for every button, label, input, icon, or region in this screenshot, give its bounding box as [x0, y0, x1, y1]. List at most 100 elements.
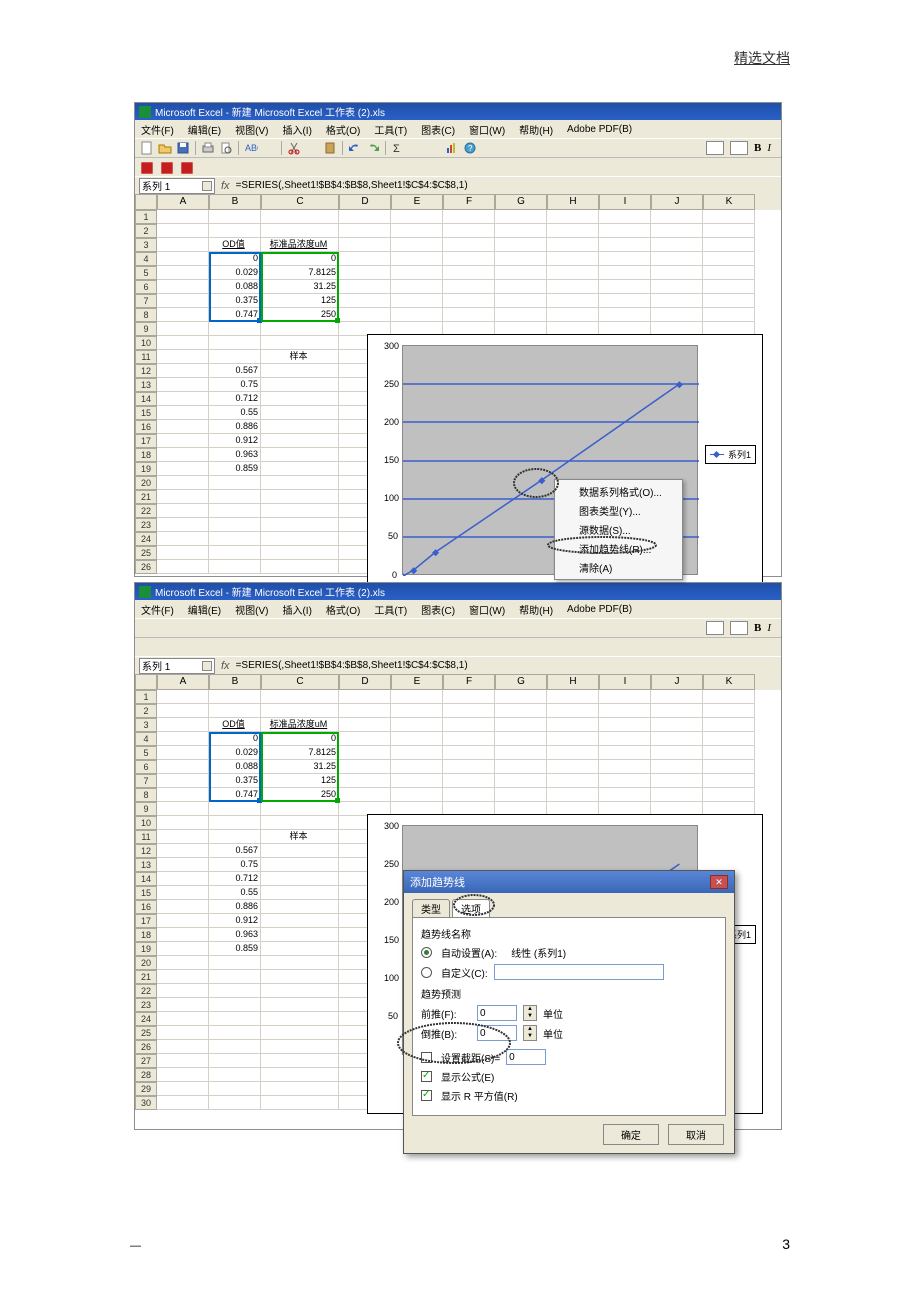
cell[interactable]: [703, 718, 755, 732]
cell[interactable]: [261, 420, 339, 434]
cell[interactable]: [651, 704, 703, 718]
spreadsheet-grid[interactable]: A B C D E F G H I J K 123456789101112131…: [135, 674, 781, 1110]
cell[interactable]: [157, 1026, 209, 1040]
cell[interactable]: [157, 350, 209, 364]
row-header[interactable]: 6: [135, 280, 157, 294]
row-header[interactable]: 4: [135, 252, 157, 266]
cell[interactable]: [391, 224, 443, 238]
italic-button[interactable]: I: [767, 142, 771, 154]
row-header[interactable]: 20: [135, 476, 157, 490]
col-J[interactable]: J: [651, 194, 703, 210]
cell[interactable]: [651, 224, 703, 238]
cell[interactable]: [157, 956, 209, 970]
cell[interactable]: [443, 788, 495, 802]
cell[interactable]: [703, 746, 755, 760]
row-header[interactable]: 5: [135, 266, 157, 280]
cell[interactable]: [339, 704, 391, 718]
cell[interactable]: [495, 746, 547, 760]
formula-text[interactable]: =SERIES(,Sheet1!$B$4:$B$8,Sheet1!$C$4:$C…: [236, 180, 468, 191]
cell[interactable]: [547, 732, 599, 746]
cell[interactable]: [261, 532, 339, 546]
cell[interactable]: [391, 760, 443, 774]
cell[interactable]: [157, 704, 209, 718]
cell[interactable]: 31.25: [261, 760, 339, 774]
bold-button[interactable]: B: [754, 142, 761, 154]
spell-icon[interactable]: ABC: [243, 140, 259, 156]
tab-options[interactable]: 选项: [452, 899, 490, 917]
col-H[interactable]: H: [547, 674, 599, 690]
cell[interactable]: [339, 224, 391, 238]
cell[interactable]: [157, 1054, 209, 1068]
cell[interactable]: [599, 266, 651, 280]
cell[interactable]: [157, 970, 209, 984]
checkbox-show-r2[interactable]: [421, 1090, 432, 1101]
cell[interactable]: [495, 280, 547, 294]
cell[interactable]: 0.859: [209, 942, 261, 956]
cell[interactable]: 0.088: [209, 280, 261, 294]
row-header[interactable]: 10: [135, 816, 157, 830]
cell[interactable]: [157, 448, 209, 462]
cell[interactable]: 0.75: [209, 858, 261, 872]
row-header[interactable]: 9: [135, 322, 157, 336]
menu-tools[interactable]: 工具(T): [374, 602, 407, 617]
cell[interactable]: [157, 308, 209, 322]
cell[interactable]: [261, 1026, 339, 1040]
cell[interactable]: OD值: [209, 718, 261, 732]
cell[interactable]: [703, 788, 755, 802]
ctx-source-data[interactable]: 源数据(S)...: [555, 520, 682, 539]
cell[interactable]: [157, 774, 209, 788]
row-header[interactable]: 23: [135, 518, 157, 532]
col-I[interactable]: I: [599, 194, 651, 210]
col-E[interactable]: E: [391, 674, 443, 690]
cell[interactable]: [209, 336, 261, 350]
cell[interactable]: 0.375: [209, 774, 261, 788]
paste-icon[interactable]: [322, 140, 338, 156]
cell[interactable]: [261, 872, 339, 886]
backward-input[interactable]: [477, 1025, 517, 1041]
cell[interactable]: [547, 252, 599, 266]
cell[interactable]: [157, 984, 209, 998]
cell[interactable]: [261, 546, 339, 560]
cell[interactable]: [651, 280, 703, 294]
menu-file[interactable]: 文件(F): [141, 122, 174, 137]
row-header[interactable]: 5: [135, 746, 157, 760]
row-header[interactable]: 14: [135, 872, 157, 886]
cell[interactable]: [261, 690, 339, 704]
spinner-up-down-icon[interactable]: ▲▼: [523, 1025, 537, 1041]
cell[interactable]: [209, 816, 261, 830]
cell[interactable]: [209, 476, 261, 490]
cell[interactable]: [703, 774, 755, 788]
cell[interactable]: [599, 774, 651, 788]
col-G[interactable]: G: [495, 674, 547, 690]
cell[interactable]: 0.963: [209, 928, 261, 942]
row-header[interactable]: 30: [135, 1096, 157, 1110]
cell[interactable]: [391, 690, 443, 704]
row-header[interactable]: 9: [135, 802, 157, 816]
cell[interactable]: [443, 210, 495, 224]
cell[interactable]: [651, 252, 703, 266]
chart-wizard-icon[interactable]: [444, 140, 460, 156]
cell[interactable]: [261, 560, 339, 574]
cell[interactable]: [157, 518, 209, 532]
cell[interactable]: [209, 490, 261, 504]
spinner-up-down-icon[interactable]: ▲▼: [523, 1005, 537, 1021]
cell[interactable]: [339, 266, 391, 280]
save-icon[interactable]: [175, 620, 191, 636]
cell[interactable]: [391, 210, 443, 224]
new-icon[interactable]: [139, 620, 155, 636]
cell[interactable]: [261, 1082, 339, 1096]
cell[interactable]: [157, 490, 209, 504]
cell[interactable]: [157, 732, 209, 746]
cell[interactable]: [495, 760, 547, 774]
context-menu[interactable]: 数据系列格式(O)... 图表类型(Y)... 源数据(S)... 添加趋势线(…: [554, 479, 683, 580]
cell[interactable]: 0.886: [209, 900, 261, 914]
col-D[interactable]: D: [339, 674, 391, 690]
cell[interactable]: [495, 732, 547, 746]
cell[interactable]: 样本: [261, 350, 339, 364]
cell[interactable]: [157, 210, 209, 224]
checkbox-intercept[interactable]: [421, 1052, 432, 1063]
cell[interactable]: OD值: [209, 238, 261, 252]
standard-toolbar[interactable]: B I: [135, 618, 781, 638]
menu-chart[interactable]: 图表(C): [421, 602, 455, 617]
cell[interactable]: [157, 760, 209, 774]
